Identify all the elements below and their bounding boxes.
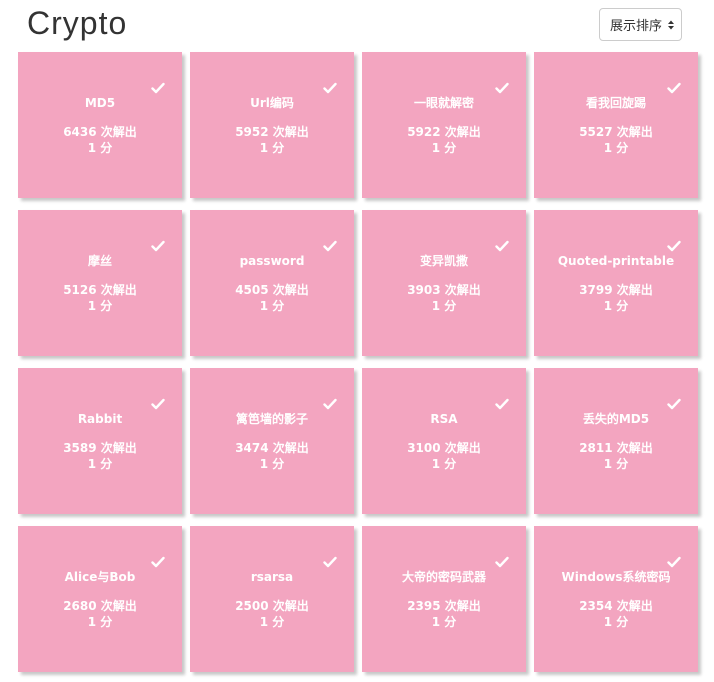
solved-check-icon <box>495 240 509 252</box>
page-header: Crypto 展示排序 <box>0 0 714 52</box>
challenge-card[interactable]: Quoted-printable 3799 次解出 1 分 <box>534 210 698 356</box>
challenge-card[interactable]: 摩丝 5126 次解出 1 分 <box>18 210 182 356</box>
challenge-name: Quoted-printable <box>557 254 675 268</box>
challenge-name: 篱笆墙的影子 <box>235 412 308 426</box>
sort-dropdown[interactable]: 展示排序 <box>599 8 682 41</box>
challenge-score: 1 分 <box>603 299 629 313</box>
challenge-solves: 6436 次解出 <box>63 125 137 139</box>
challenge-card[interactable]: 大帝的密码武器 2395 次解出 1 分 <box>362 526 526 672</box>
challenge-card[interactable]: 看我回旋踢 5527 次解出 1 分 <box>534 52 698 198</box>
challenge-score: 1 分 <box>431 457 457 471</box>
challenge-score: 1 分 <box>259 615 285 629</box>
challenge-score: 1 分 <box>431 615 457 629</box>
challenge-name: 看我回旋踢 <box>585 96 646 110</box>
challenge-solves: 2680 次解出 <box>63 599 137 613</box>
challenge-score: 1 分 <box>603 615 629 629</box>
challenge-solves: 3100 次解出 <box>407 441 481 455</box>
challenge-name: 变异凯撒 <box>419 254 468 268</box>
challenge-name: Alice与Bob <box>64 570 136 584</box>
sort-dropdown-label: 展示排序 <box>610 19 663 34</box>
challenge-solves: 5527 次解出 <box>579 125 653 139</box>
challenge-name: Windows系统密码 <box>561 570 671 584</box>
challenge-name: 丢失的MD5 <box>582 412 650 426</box>
challenge-card[interactable]: RSA 3100 次解出 1 分 <box>362 368 526 514</box>
challenge-name: Url编码 <box>250 96 294 110</box>
challenge-solves: 5952 次解出 <box>235 125 309 139</box>
challenge-score: 1 分 <box>259 299 285 313</box>
challenge-card[interactable]: 篱笆墙的影子 3474 次解出 1 分 <box>190 368 354 514</box>
solved-check-icon <box>323 398 337 410</box>
solved-check-icon <box>323 82 337 94</box>
challenge-score: 1 分 <box>259 141 285 155</box>
challenge-name: 摩丝 <box>87 254 112 268</box>
solved-check-icon <box>667 398 681 410</box>
challenge-solves: 5922 次解出 <box>407 125 481 139</box>
challenge-score: 1 分 <box>603 141 629 155</box>
solved-check-icon <box>667 556 681 568</box>
solved-check-icon <box>667 240 681 252</box>
challenge-score: 1 分 <box>431 141 457 155</box>
challenge-card[interactable]: password 4505 次解出 1 分 <box>190 210 354 356</box>
challenge-card[interactable]: 一眼就解密 5922 次解出 1 分 <box>362 52 526 198</box>
solved-check-icon <box>323 240 337 252</box>
challenge-name: password <box>239 254 305 268</box>
challenge-solves: 3903 次解出 <box>407 283 481 297</box>
challenge-solves: 2500 次解出 <box>235 599 309 613</box>
solved-check-icon <box>495 82 509 94</box>
solved-check-icon <box>495 398 509 410</box>
sort-caret-icon <box>667 19 675 31</box>
solved-check-icon <box>151 556 165 568</box>
challenge-name: 一眼就解密 <box>413 96 474 110</box>
challenge-solves: 2811 次解出 <box>579 441 653 455</box>
challenge-solves: 3474 次解出 <box>235 441 309 455</box>
challenge-card[interactable]: 变异凯撒 3903 次解出 1 分 <box>362 210 526 356</box>
challenge-name: rsarsa <box>250 570 294 584</box>
challenge-card[interactable]: Windows系统密码 2354 次解出 1 分 <box>534 526 698 672</box>
challenge-name: MD5 <box>84 96 116 110</box>
challenge-score: 1 分 <box>87 457 113 471</box>
challenge-solves: 3589 次解出 <box>63 441 137 455</box>
challenge-name: Rabbit <box>77 412 123 426</box>
challenge-name: 大帝的密码武器 <box>401 570 486 584</box>
solved-check-icon <box>323 556 337 568</box>
challenge-solves: 3799 次解出 <box>579 283 653 297</box>
challenge-solves: 2395 次解出 <box>407 599 481 613</box>
challenge-card[interactable]: Alice与Bob 2680 次解出 1 分 <box>18 526 182 672</box>
challenge-card[interactable]: Url编码 5952 次解出 1 分 <box>190 52 354 198</box>
challenge-card[interactable]: Rabbit 3589 次解出 1 分 <box>18 368 182 514</box>
solved-check-icon <box>151 240 165 252</box>
page-title: Crypto <box>27 5 128 41</box>
challenge-card[interactable]: 丢失的MD5 2811 次解出 1 分 <box>534 368 698 514</box>
challenge-card[interactable]: MD5 6436 次解出 1 分 <box>18 52 182 198</box>
challenge-solves: 2354 次解出 <box>579 599 653 613</box>
challenge-card[interactable]: rsarsa 2500 次解出 1 分 <box>190 526 354 672</box>
challenge-solves: 5126 次解出 <box>63 283 137 297</box>
challenge-score: 1 分 <box>87 299 113 313</box>
challenge-score: 1 分 <box>259 457 285 471</box>
challenge-name: RSA <box>430 412 458 426</box>
challenge-score: 1 分 <box>603 457 629 471</box>
solved-check-icon <box>495 556 509 568</box>
solved-check-icon <box>151 82 165 94</box>
solved-check-icon <box>151 398 165 410</box>
challenge-score: 1 分 <box>87 141 113 155</box>
solved-check-icon <box>667 82 681 94</box>
challenge-score: 1 分 <box>431 299 457 313</box>
challenge-solves: 4505 次解出 <box>235 283 309 297</box>
challenge-score: 1 分 <box>87 615 113 629</box>
